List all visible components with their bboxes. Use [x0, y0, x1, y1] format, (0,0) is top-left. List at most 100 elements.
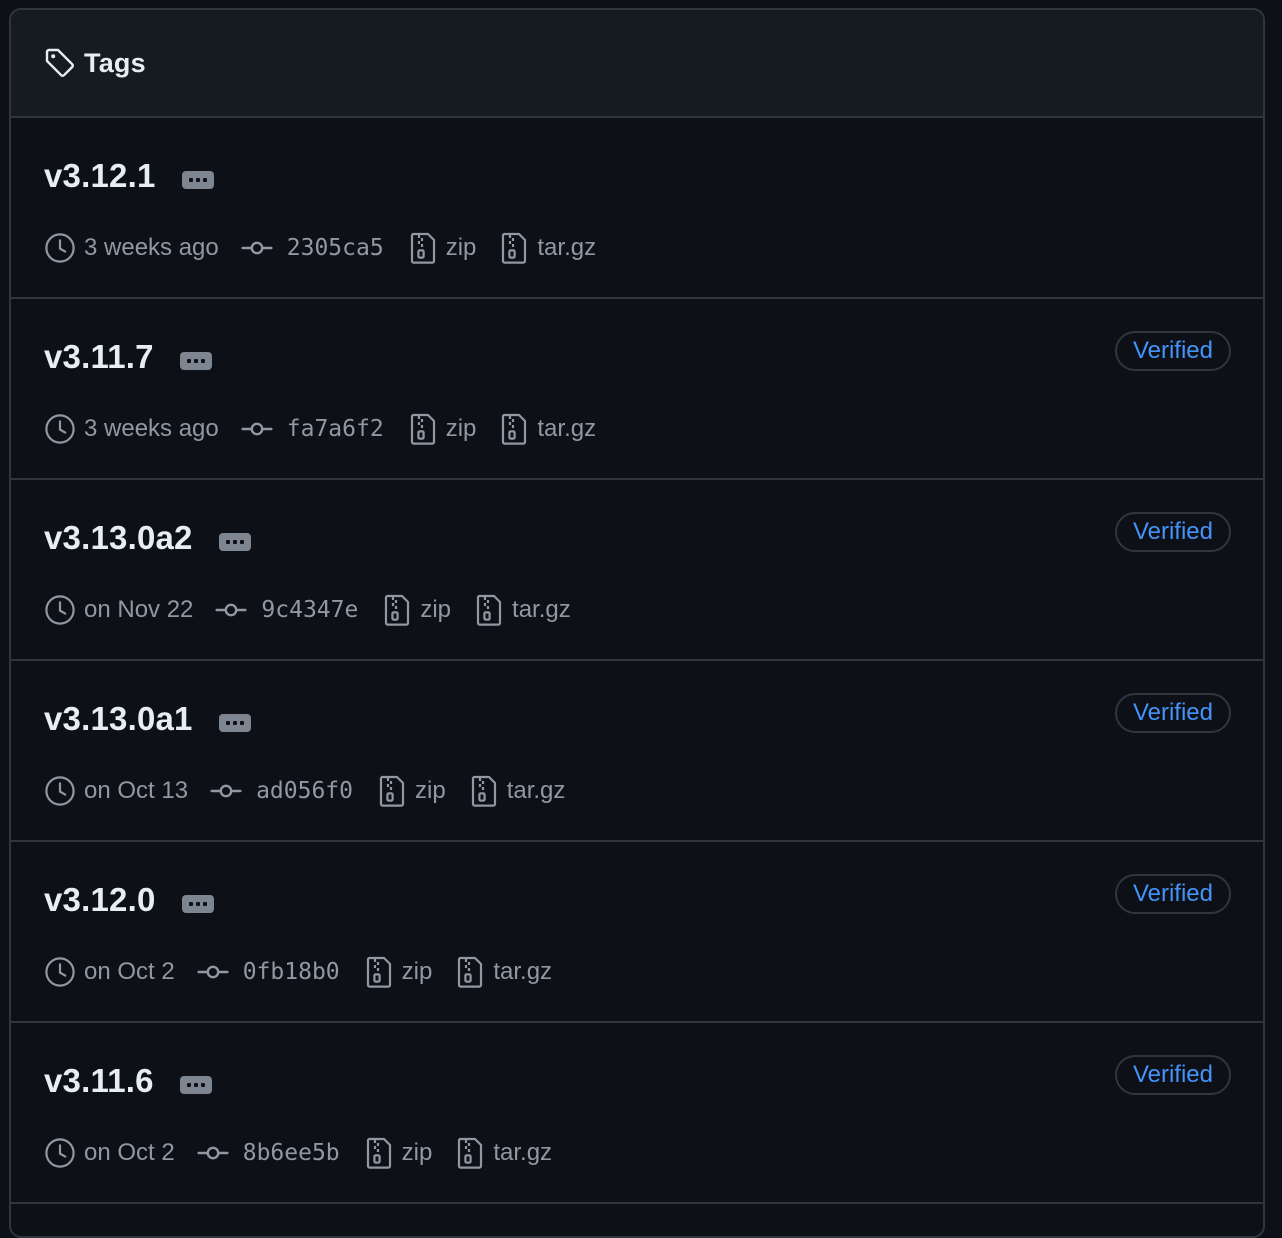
file-zip-icon	[471, 775, 497, 807]
git-commit-icon	[197, 956, 229, 988]
zip-download-link[interactable]: zip	[410, 413, 477, 445]
tag-meta: 3 weeks ago 2305ca5 zip tar.gz	[44, 230, 596, 266]
zip-label: zip	[401, 958, 433, 985]
zip-download-link[interactable]: zip	[410, 232, 477, 264]
clock-icon	[44, 956, 76, 988]
tag-meta: 3 weeks ago fa7a6f2 zip tar.gz	[44, 411, 596, 447]
tag-date: on Oct 13	[44, 775, 188, 807]
commit-sha: fa7a6f2	[286, 416, 384, 442]
tar-download-link[interactable]: tar.gz	[457, 956, 552, 988]
commit-link[interactable]: 8b6ee5b	[197, 1137, 340, 1169]
commit-link[interactable]: ad056f0	[210, 775, 353, 807]
tag-name-link[interactable]: v3.11.7	[44, 338, 154, 376]
file-zip-icon	[384, 594, 410, 626]
git-commit-icon	[241, 413, 273, 445]
clock-icon	[44, 413, 76, 445]
tag-time: on Oct 2	[84, 1139, 175, 1166]
commit-sha: 0fb18b0	[242, 959, 340, 985]
tag-title-line: v3.13.0a2	[44, 518, 251, 558]
tag-row: v3.12.0 Verified on Oct 2 0fb18b0 zip ta…	[11, 842, 1263, 1023]
tags-title: Tags	[84, 47, 146, 78]
file-zip-icon	[457, 1137, 483, 1169]
tag-name-link[interactable]: v3.11.6	[44, 1062, 154, 1100]
tag-time: on Oct 13	[84, 777, 189, 804]
tag-row: v3.11.7 Verified 3 weeks ago fa7a6f2 zip…	[11, 299, 1263, 480]
zip-download-link[interactable]: zip	[384, 594, 451, 626]
zip-label: zip	[415, 777, 446, 804]
tar-download-link[interactable]: tar.gz	[501, 413, 596, 445]
tag-time: 3 weeks ago	[84, 234, 219, 261]
tag-row: v3.11.6 Verified on Oct 2 8b6ee5b zip ta…	[11, 1023, 1263, 1204]
commit-link[interactable]: fa7a6f2	[241, 413, 384, 445]
file-zip-icon	[476, 594, 502, 626]
commit-sha: 2305ca5	[286, 235, 384, 261]
tag-title-line: v3.12.0	[44, 880, 214, 920]
git-commit-icon	[197, 1137, 229, 1169]
file-zip-icon	[379, 775, 405, 807]
tag-time: 3 weeks ago	[84, 415, 219, 442]
tar-label: tar.gz	[493, 1139, 553, 1166]
tag-date: on Oct 2	[44, 956, 175, 988]
tar-download-link[interactable]: tar.gz	[471, 775, 566, 807]
tag-list: v3.12.1 3 weeks ago 2305ca5 zip tar.gz v…	[11, 118, 1263, 1204]
tar-label: tar.gz	[506, 777, 566, 804]
tag-meta: on Oct 13 ad056f0 zip tar.gz	[44, 773, 565, 809]
zip-label: zip	[445, 234, 477, 261]
commit-sha: 8b6ee5b	[242, 1140, 340, 1166]
file-zip-icon	[410, 413, 436, 445]
tar-label: tar.gz	[537, 415, 597, 442]
file-zip-icon	[501, 413, 527, 445]
clock-icon	[44, 594, 76, 626]
git-commit-icon	[215, 594, 248, 626]
tag-name-link[interactable]: v3.13.0a2	[44, 519, 193, 557]
commit-sha: 9c4347e	[261, 597, 359, 623]
tag-time: on Oct 2	[84, 958, 175, 985]
verified-badge[interactable]: Verified	[1114, 874, 1231, 914]
tag-name-link[interactable]: v3.12.0	[44, 881, 156, 919]
verified-badge[interactable]: Verified	[1114, 331, 1231, 371]
expand-ellipsis-button[interactable]	[179, 352, 212, 370]
tag-meta: on Oct 2 8b6ee5b zip tar.gz	[44, 1135, 552, 1171]
tar-label: tar.gz	[493, 958, 553, 985]
file-zip-icon	[366, 1137, 392, 1169]
git-commit-icon	[210, 775, 242, 807]
tag-meta: on Oct 2 0fb18b0 zip tar.gz	[44, 954, 552, 990]
commit-link[interactable]: 9c4347e	[215, 594, 358, 626]
verified-badge[interactable]: Verified	[1114, 512, 1231, 552]
tar-download-link[interactable]: tar.gz	[457, 1137, 552, 1169]
tag-name-link[interactable]: v3.12.1	[44, 157, 156, 195]
verified-badge[interactable]: Verified	[1114, 693, 1231, 733]
expand-ellipsis-button[interactable]	[218, 714, 251, 732]
tar-download-link[interactable]: tar.gz	[501, 232, 596, 264]
zip-label: zip	[445, 415, 477, 442]
tag-title-line: v3.11.6	[44, 1061, 212, 1101]
tag-row: v3.12.1 3 weeks ago 2305ca5 zip tar.gz	[11, 118, 1263, 299]
tags-header: Tags	[11, 10, 1263, 118]
commit-link[interactable]: 0fb18b0	[197, 956, 340, 988]
zip-label: zip	[420, 596, 452, 623]
tag-time: on Nov 22	[84, 596, 194, 623]
zip-download-link[interactable]: zip	[366, 1137, 432, 1169]
verified-badge[interactable]: Verified	[1114, 1055, 1231, 1095]
tag-date: on Oct 2	[44, 1137, 175, 1169]
tag-title-line: v3.12.1	[44, 156, 214, 196]
tag-title-line: v3.13.0a1	[44, 699, 251, 739]
zip-download-link[interactable]: zip	[379, 775, 446, 807]
expand-ellipsis-button[interactable]	[218, 533, 251, 551]
git-commit-icon	[241, 232, 273, 264]
file-zip-icon	[457, 956, 483, 988]
clock-icon	[44, 775, 76, 807]
tag-name-link[interactable]: v3.13.0a1	[44, 700, 193, 738]
commit-link[interactable]: 2305ca5	[241, 232, 384, 264]
zip-download-link[interactable]: zip	[366, 956, 433, 988]
expand-ellipsis-button[interactable]	[181, 171, 214, 189]
expand-ellipsis-button[interactable]	[179, 1076, 212, 1094]
tar-label: tar.gz	[512, 596, 571, 623]
tar-download-link[interactable]: tar.gz	[476, 594, 571, 626]
file-zip-icon	[410, 232, 436, 264]
clock-icon	[44, 1137, 76, 1169]
expand-ellipsis-button[interactable]	[181, 895, 214, 913]
tag-date: 3 weeks ago	[44, 413, 219, 445]
file-zip-icon	[501, 232, 527, 264]
tag-date: 3 weeks ago	[44, 232, 219, 264]
